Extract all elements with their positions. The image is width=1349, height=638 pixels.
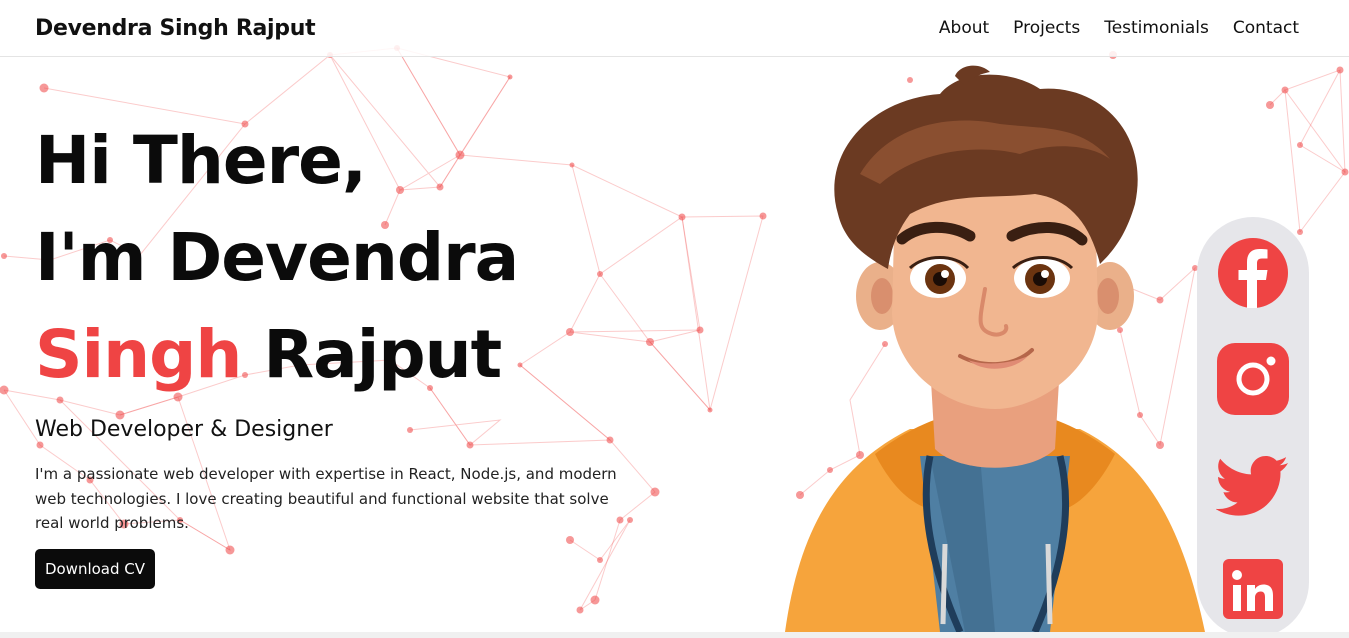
nav-links: About Projects Testimonials Contact xyxy=(939,18,1299,38)
hero-headline: Hi There, I'm Devendra Singh Rajput xyxy=(35,112,695,403)
brand-logo-text[interactable]: Devendra Singh Rajput xyxy=(35,16,316,41)
page-bottom-strip xyxy=(0,632,1349,638)
hero-subtitle: Web Developer & Designer xyxy=(35,417,333,442)
nav-link-contact[interactable]: Contact xyxy=(1233,18,1299,38)
instagram-icon[interactable] xyxy=(1216,342,1290,416)
nav-link-about[interactable]: About xyxy=(939,18,989,38)
download-cv-button[interactable]: Download CV xyxy=(35,549,155,589)
twitter-icon[interactable] xyxy=(1216,449,1290,523)
hero-name-accent: Singh xyxy=(35,316,242,393)
nav-link-projects[interactable]: Projects xyxy=(1013,18,1080,38)
nav-link-testimonials[interactable]: Testimonials xyxy=(1104,18,1209,38)
hero-name-surname: Rajput xyxy=(241,316,502,393)
hero-description: I'm a passionate web developer with expe… xyxy=(35,465,617,532)
facebook-icon[interactable] xyxy=(1216,236,1290,310)
avatar-illustration xyxy=(785,65,1205,632)
linkedin-icon[interactable] xyxy=(1216,555,1290,629)
hero-greeting: Hi There, xyxy=(35,122,367,199)
navbar: Devendra Singh Rajput About Projects Tes… xyxy=(0,0,1349,57)
hero-name-last: Singh Rajput xyxy=(35,306,695,403)
social-links-panel xyxy=(1197,217,1309,638)
hero-name-first: I'm Devendra xyxy=(35,219,519,296)
